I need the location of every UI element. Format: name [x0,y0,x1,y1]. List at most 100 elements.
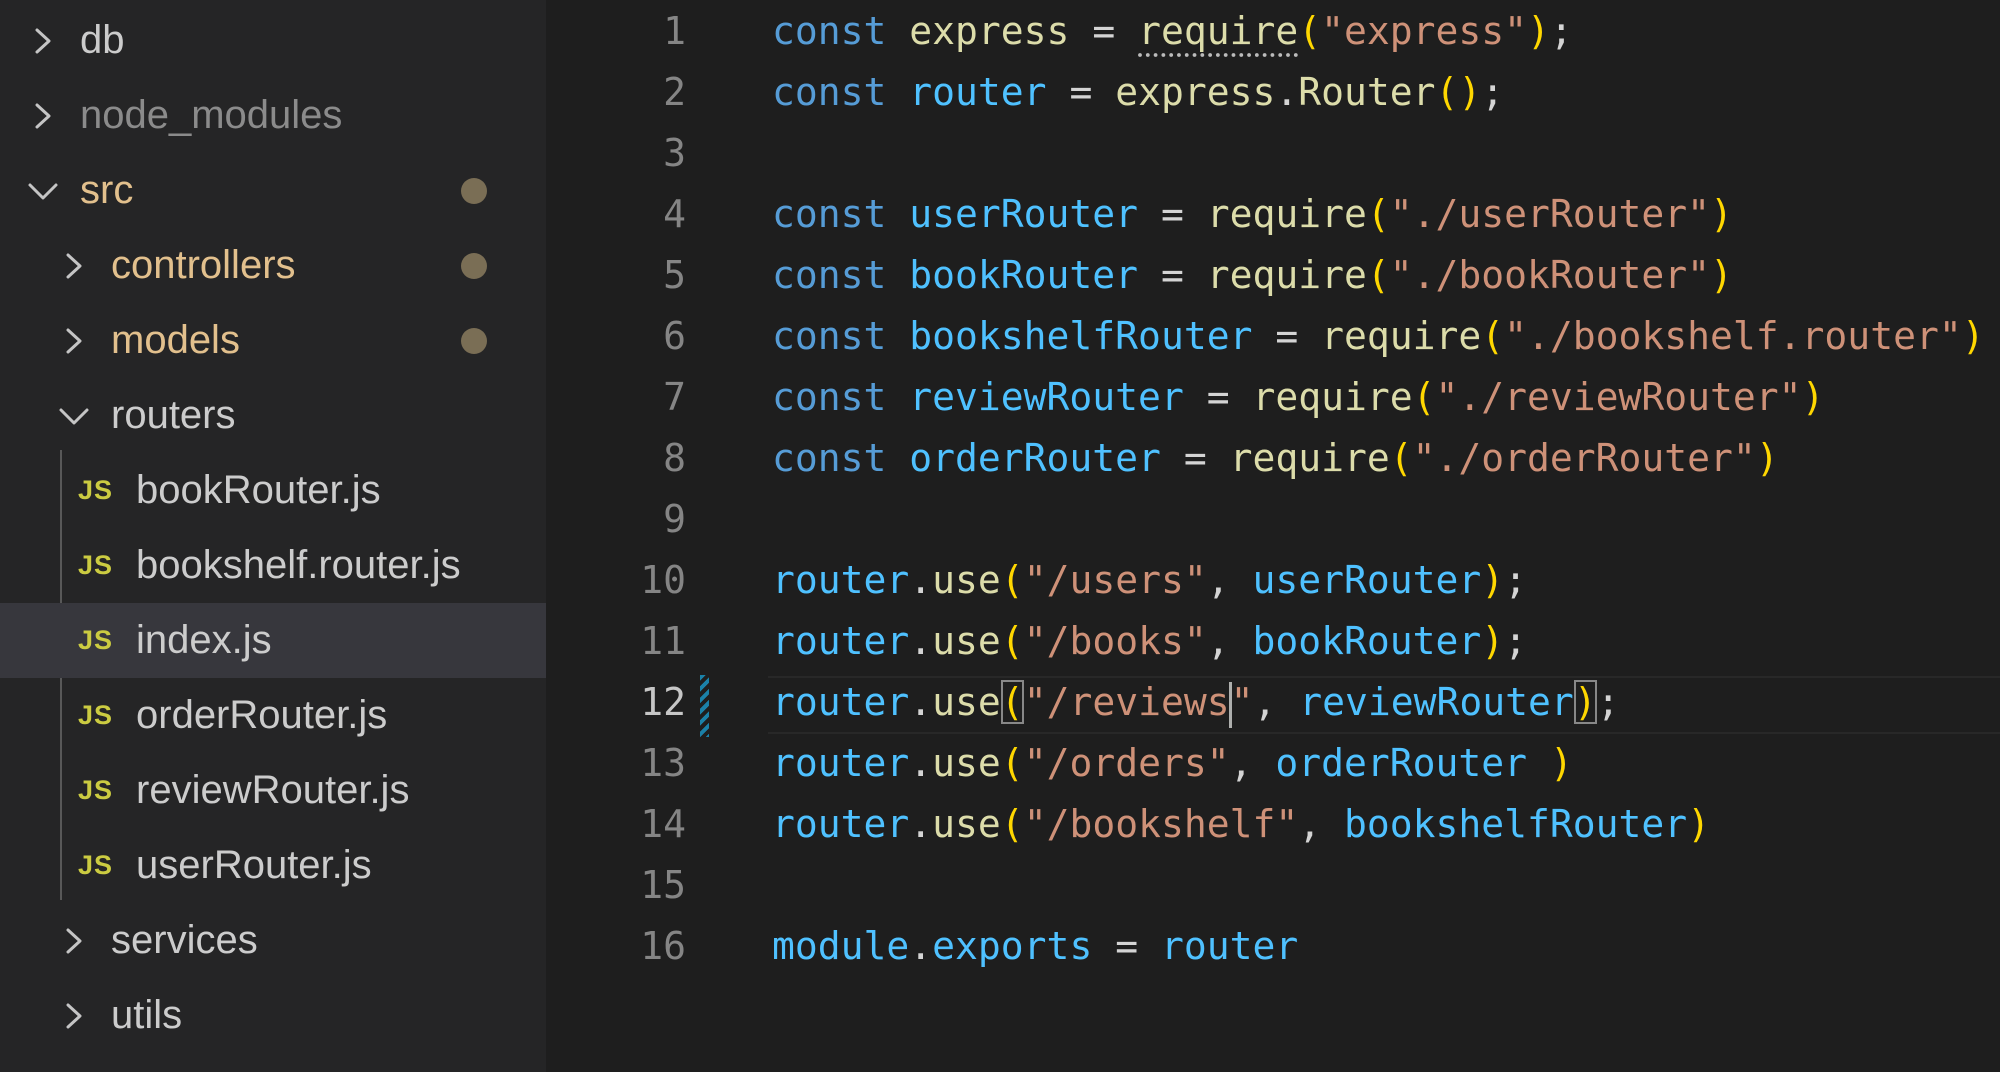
function-token: require [1252,375,1413,419]
function-token: Router [1298,70,1436,114]
line-number: 11 [640,619,686,663]
punctuation-token: , [1229,741,1276,785]
tree-file-bookrouter[interactable]: JS bookRouter.js [0,453,546,528]
line-number: 16 [640,924,686,968]
function-token: use [932,741,1001,785]
punctuation-token: , [1206,619,1253,663]
code-line[interactable]: const bookshelfRouter = require("./books… [772,306,1985,367]
javascript-file-icon: JS [78,775,114,805]
tree-file-orderrouter[interactable]: JS orderRouter.js [0,678,546,753]
bracket-token: ( [1000,802,1024,846]
punctuation-token: , [1253,680,1300,724]
punctuation-token: ; [1549,9,1573,53]
punctuation-token: . [909,619,933,663]
string-token: "./userRouter" [1389,192,1711,236]
code-line[interactable]: router.use("/orders", orderRouter ) [772,733,1573,794]
bracket-token: ( [1298,9,1322,53]
property-token: exports [932,924,1093,968]
tree-folder-db[interactable]: db [0,3,546,78]
tree-label: models [111,318,240,362]
tree-label: routers [111,393,236,437]
line-number: 9 [663,497,686,541]
modified-dot-icon [461,327,487,354]
line-number: 8 [663,436,686,480]
variable-token: reviewRouter [909,375,1184,419]
bracket-token: ) [1710,253,1733,297]
bracket-token: ) [1755,436,1779,480]
string-token: "./orderRouter" [1412,436,1756,480]
operator-token: = [1069,9,1139,53]
operator-token: = [1138,253,1207,297]
tree-folder-utils[interactable]: utils [0,978,546,1053]
tree-folder-node-modules[interactable]: node_modules [0,78,546,153]
punctuation-token: . [909,802,933,846]
chevron-right-icon [57,249,91,283]
line-number: 1 [663,9,686,53]
tree-file-reviewrouter[interactable]: JS reviewRouter.js [0,753,546,828]
operator-token: = [1183,375,1253,419]
bracket-token: () [1435,70,1482,114]
string-token: "express" [1321,9,1528,53]
bracket-token: ( [1366,192,1390,236]
tree-folder-src[interactable]: src [0,153,546,228]
code-line[interactable]: const orderRouter = require("./orderRout… [772,428,1779,489]
bracket-token: ) [1549,741,1573,785]
variable-token: router [772,802,910,846]
tree-label: utils [111,993,183,1037]
bracket-token: ( [1000,558,1024,602]
variable-token: bookshelfRouter [909,314,1253,358]
vscode-window: db node_modules src controllers models r… [0,0,2000,1072]
keyword-token: const [772,192,887,236]
function-token[interactable]: require [1138,9,1298,53]
tree-folder-controllers[interactable]: controllers [0,228,546,303]
line-number: 10 [640,558,686,602]
operator-token: = [1046,70,1116,114]
chevron-right-icon [57,999,91,1033]
function-token: use [932,619,1001,663]
code-area[interactable]: const express = require("express"); cons… [772,0,2000,1072]
function-token: require [1229,436,1390,480]
variable-token: router [772,558,910,602]
punctuation-token: , [1298,802,1345,846]
line-number: 3 [663,131,686,175]
code-editor[interactable]: 1 2 3 4 5 6 7 8 9 10 11 12 13 14 15 16 c… [546,0,2000,1072]
line-number: 13 [640,741,686,785]
tree-label: index.js [136,618,272,662]
tree-file-index[interactable]: JS index.js [0,603,546,678]
javascript-file-icon: JS [78,475,114,505]
code-line[interactable]: const bookRouter = require("./bookRouter… [772,245,1733,306]
operator-token: = [1138,192,1207,236]
tree-file-bookshelf-router[interactable]: JS bookshelf.router.js [0,528,546,603]
variable-token: express [909,9,1070,53]
chevron-down-icon [26,174,60,208]
code-line[interactable]: router.use("/books", bookRouter); [772,611,1527,672]
code-line[interactable]: router.use("/bookshelf", bookshelfRouter… [772,794,1710,855]
matched-bracket-open: ( [1000,680,1024,724]
tree-folder-services[interactable]: services [0,903,546,978]
code-line[interactable]: const reviewRouter = require("./reviewRo… [772,367,1824,428]
code-line[interactable]: module.exports = router [772,916,1298,977]
punctuation-token: . [1275,70,1299,114]
string-token: "/orders" [1023,741,1230,785]
function-token: require [1321,314,1482,358]
code-line[interactable]: router.use("/users", userRouter); [772,550,1527,611]
operator-token: = [1160,436,1230,480]
bracket-token: ) [1481,558,1505,602]
code-line[interactable]: const userRouter = require("./userRouter… [772,184,1733,245]
bracket-token: ) [1801,375,1825,419]
tree-folder-routers[interactable]: routers [0,378,546,453]
javascript-file-icon: JS [78,700,114,730]
code-line-active[interactable]: router.use("/reviews", reviewRouter); [772,672,1620,733]
punctuation-token: ; [1596,680,1620,724]
modified-line-gutter-marker [700,675,709,737]
tree-folder-models[interactable]: models [0,303,546,378]
tree-file-userrouter[interactable]: JS userRouter.js [0,828,546,903]
code-line[interactable]: const router = express.Router(); [772,62,1504,123]
tree-label: bookshelf.router.js [136,543,461,587]
code-line[interactable]: const express = require("express"); [772,1,1573,62]
modified-dot-icon [461,177,487,204]
